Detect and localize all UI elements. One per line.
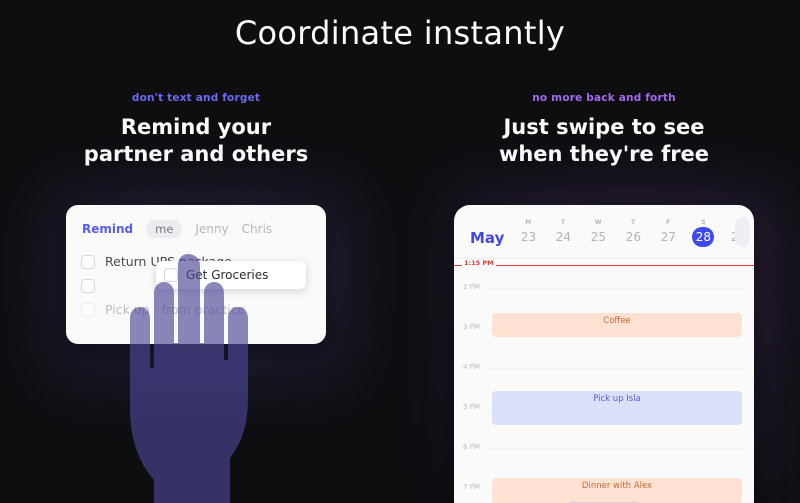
day-col[interactable]: W25 [587,219,609,247]
subtitle-left: Remind your partner and others [84,114,308,169]
hour-label: 4 PM [463,363,480,371]
subtitle-right-line1: Just swipe to see [499,114,709,141]
column-left: don't text and forget Remind your partne… [32,92,360,344]
calendar-card: May M23 T24 W25 T26 F27 S28 S29 1:15 PM [454,205,754,503]
columns: don't text and forget Remind your partne… [0,52,800,503]
hour-label: 2 PM [463,283,480,291]
subtitle-right: Just swipe to see when they're free [499,114,709,169]
grid-line [488,288,746,289]
checkbox-icon[interactable] [164,268,178,282]
subtitle-left-line2: partner and others [84,141,308,168]
eyebrow-left: don't text and forget [132,92,260,104]
calendar-days-row: M23 T24 W25 T26 F27 S28 S29 [517,219,749,247]
day-col[interactable]: F27 [657,219,679,247]
tab-jenny[interactable]: Jenny [195,222,228,236]
floating-task[interactable]: Get Groceries [156,261,306,289]
subtitle-left-line1: Remind your [84,114,308,141]
event-coffee[interactable]: Coffee [492,313,742,337]
day-col[interactable]: M23 [517,219,539,247]
task-label: Pick up · from practice [105,302,245,317]
tab-me[interactable]: me [146,220,182,238]
hour-label: 5 PM [463,403,480,411]
page-headline: Coordinate instantly [0,0,800,52]
calendar-header: May M23 T24 W25 T26 F27 S28 S29 [454,205,754,258]
checkbox-icon[interactable] [81,279,95,293]
hour-label: 3 PM [463,323,480,331]
floating-task-label: Get Groceries [186,268,268,282]
remind-card: Remind me Jenny Chris Return UPS package [66,205,326,344]
page: Coordinate instantly don't text and forg… [0,0,800,503]
now-line [454,265,754,266]
remind-tabs: Remind me Jenny Chris [66,205,326,250]
calendar-month[interactable]: May [470,229,504,247]
grid-line [488,448,746,449]
day-col[interactable]: T24 [552,219,574,247]
day-col-selected[interactable]: S28 [692,219,714,247]
time-column: 2 PM 3 PM 4 PM 5 PM 6 PM 7 PM [454,259,488,503]
subtitle-right-line2: when they're free [499,141,709,168]
hour-label: 6 PM [463,443,480,451]
hour-label: 7 PM [463,483,480,491]
calendar-schedule[interactable]: 1:15 PM 2 PM 3 PM 4 PM 5 PM 6 PM 7 PM [454,258,754,503]
event-dinner[interactable]: Dinner with Alex [492,478,742,503]
scroll-thumb[interactable] [735,217,750,247]
remind-label: Remind [82,222,133,236]
task-row[interactable]: Pick up · from practice [81,298,311,322]
tab-chris[interactable]: Chris [242,222,273,236]
grid-line [488,368,746,369]
column-right: no more back and forth Just swipe to see… [440,92,768,503]
checkbox-icon[interactable] [81,303,95,317]
event-pickup[interactable]: Pick up Isla [492,391,742,425]
day-col[interactable]: T26 [622,219,644,247]
eyebrow-right: no more back and forth [532,92,676,104]
checkbox-icon[interactable] [81,255,95,269]
